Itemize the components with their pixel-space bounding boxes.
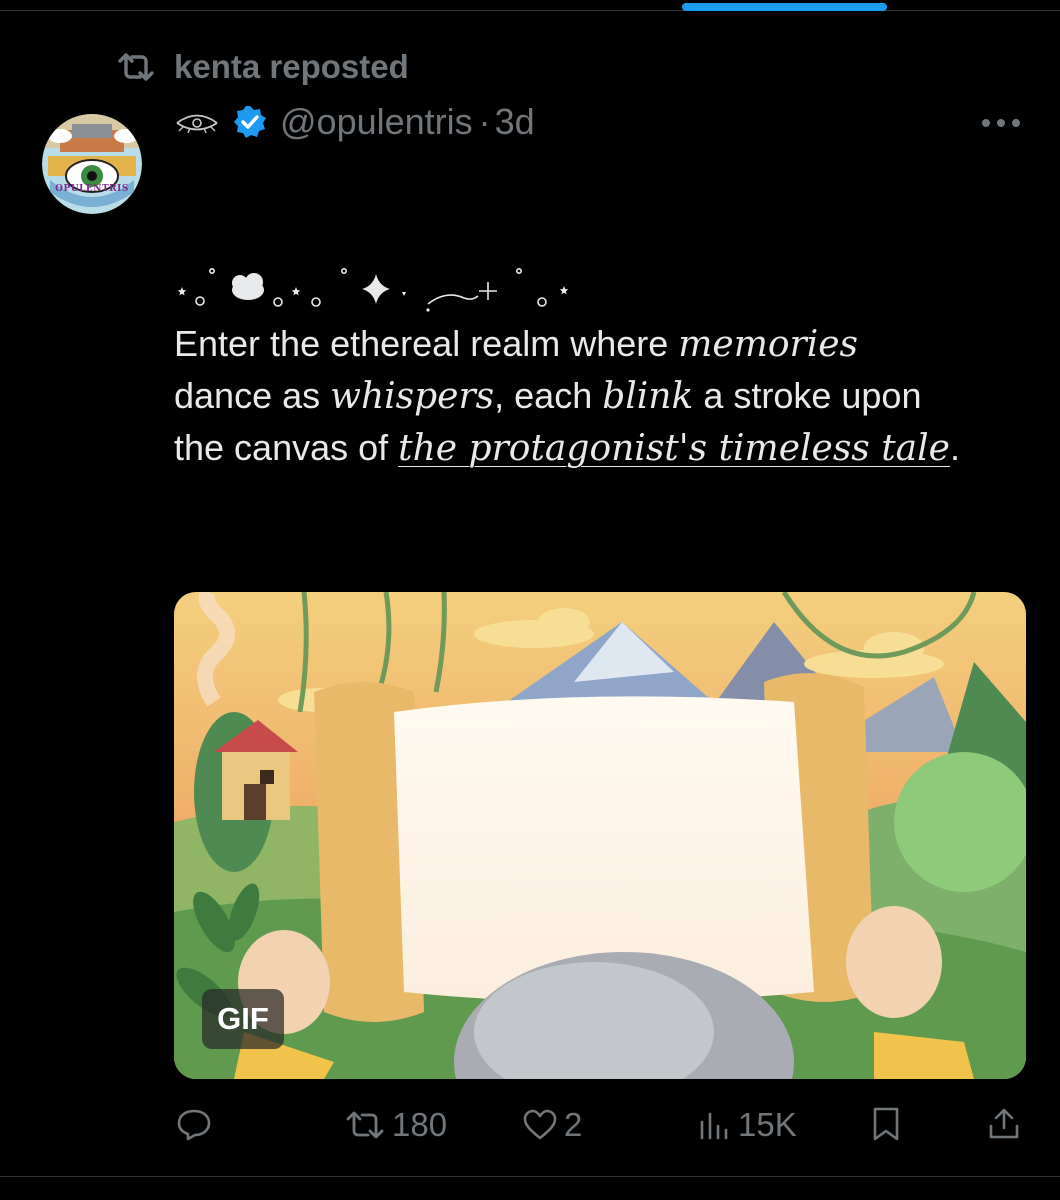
avatar-image [42, 114, 142, 214]
share-icon [989, 1108, 1019, 1139]
tweet-text-segment: the canvas of [174, 427, 399, 468]
repost-button[interactable]: 180 [344, 1106, 447, 1144]
tweet-text: Enter the ethereal realm where memories … [174, 318, 964, 474]
top-divider [0, 10, 1060, 11]
views-count: 15K [738, 1106, 797, 1143]
tweet-line-1: Enter the ethereal realm where memories [174, 318, 964, 370]
tweet-text-segment: a stroke upon [693, 375, 922, 416]
tweet-text-segment: . [949, 427, 960, 468]
reply-button[interactable] [176, 1106, 218, 1142]
decorative-sparkles-icon [172, 260, 592, 321]
views-button[interactable]: 15K [696, 1106, 797, 1144]
tweet-header: @opulentris · 3d [174, 100, 535, 144]
tweet-italic-whispers: whispers [330, 376, 495, 417]
like-count: 2 [564, 1106, 583, 1143]
author-handle[interactable]: @opulentris [280, 101, 473, 143]
repost-icon [118, 53, 154, 81]
reply-icon [177, 1109, 211, 1141]
tweet-line-3: the canvas of the protagonist's timeless… [174, 422, 964, 474]
avatar-label: OPULENTRIS [55, 184, 129, 194]
tweet-text-segment: dance as [174, 375, 331, 416]
post-time[interactable]: 3d [495, 101, 535, 143]
tweet-italic-memories: memories [678, 324, 859, 365]
more-options-button[interactable] [980, 112, 1022, 139]
bookmark-icon [873, 1107, 899, 1141]
tweet-line-2: dance as whispers, each blink a stroke u… [174, 370, 964, 422]
verified-badge-icon[interactable] [232, 104, 268, 140]
illustration-image [174, 592, 1026, 1079]
gif-badge: GIF [202, 989, 284, 1049]
share-button[interactable] [986, 1106, 1022, 1142]
meta-separator: · [478, 101, 491, 142]
action-bar: 180 2 15K [0, 1100, 1060, 1154]
repost-count: 180 [392, 1106, 448, 1143]
tweet-text-segment: , each [494, 375, 603, 416]
repost-header[interactable]: kenta reposted [116, 48, 409, 86]
repost-action-icon [346, 1111, 384, 1139]
like-button[interactable]: 2 [522, 1106, 582, 1144]
active-tab-indicator [682, 3, 887, 11]
tweet-italic-blink: blink [602, 376, 694, 417]
media-gif[interactable]: GIF [174, 592, 1026, 1079]
tweet-italic-underlined: the protagonist's timeless tale [398, 428, 950, 469]
more-icon [982, 119, 1020, 127]
views-chart-icon [700, 1112, 728, 1140]
avatar[interactable]: OPULENTRIS [42, 114, 142, 214]
bottom-divider [0, 1176, 1060, 1177]
heart-icon [523, 1109, 557, 1140]
bookmark-button[interactable] [870, 1106, 902, 1142]
eye-glyph-icon [176, 114, 218, 134]
tweet-text-segment: Enter the ethereal realm where [174, 323, 679, 364]
repost-label[interactable]: kenta reposted [174, 48, 409, 86]
